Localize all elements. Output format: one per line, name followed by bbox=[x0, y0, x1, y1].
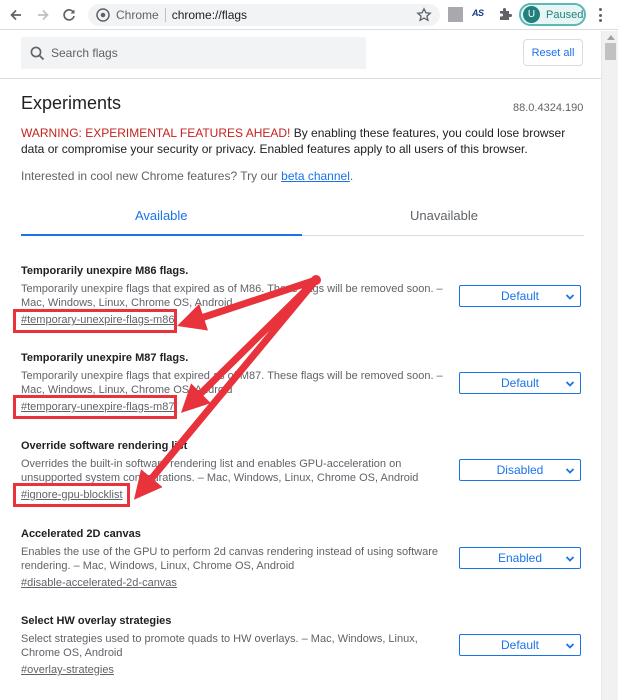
arrow-origin bbox=[311, 275, 321, 285]
annotation-arrows bbox=[133, 275, 321, 500]
